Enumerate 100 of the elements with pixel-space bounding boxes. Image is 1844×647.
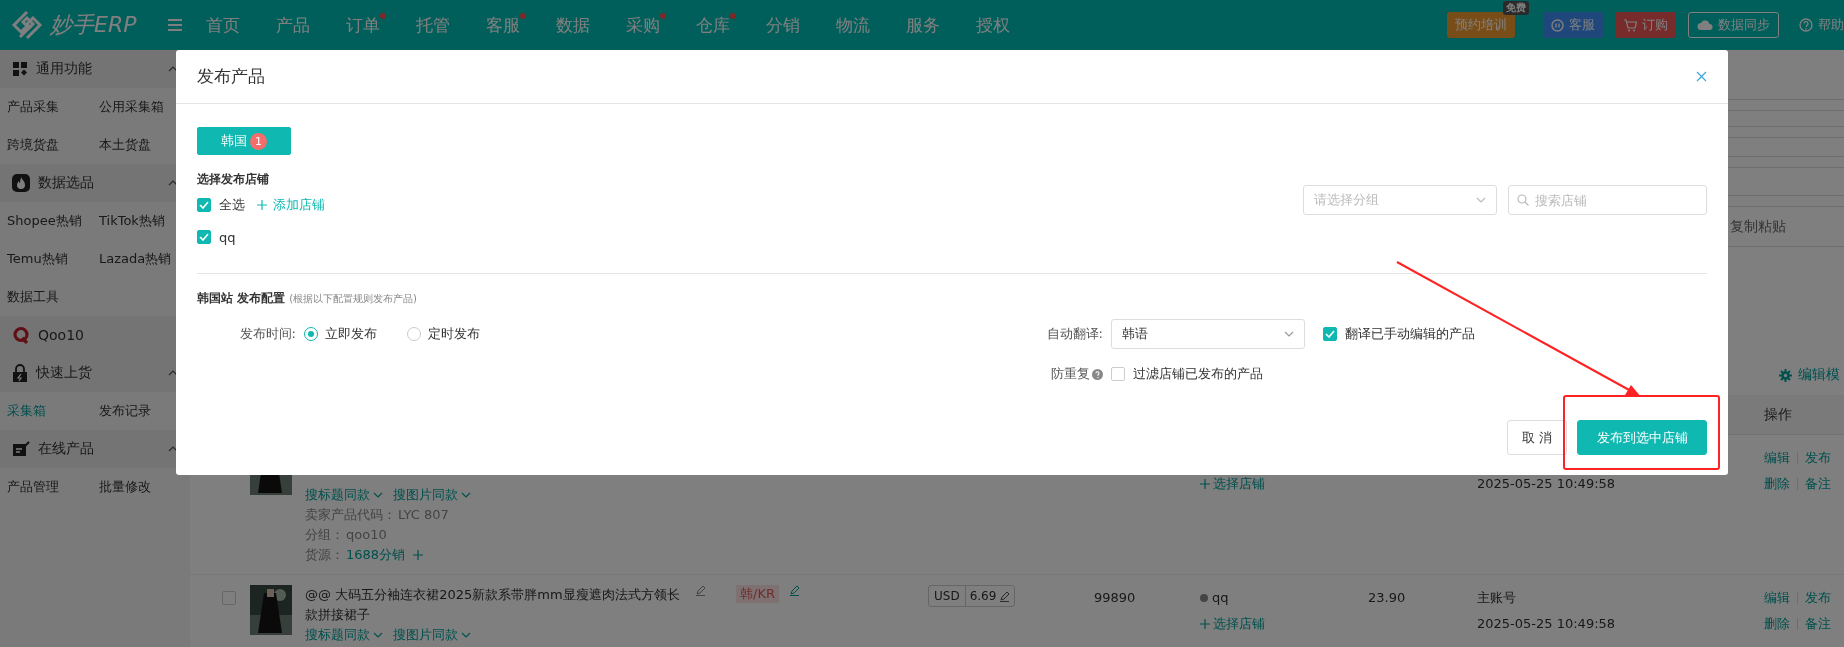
action-link[interactable]: 删除 (1764, 611, 1790, 637)
edit-mode-link[interactable]: 编辑模 (1798, 366, 1840, 384)
chevron-down-icon (1284, 331, 1294, 337)
nav-item[interactable]: 授权 (958, 0, 1028, 50)
sidebar-item[interactable]: Shopee热销 (7, 202, 99, 240)
section-label: 韩国站 发布配置 (197, 290, 286, 307)
dialog-title: 发布产品 (197, 65, 265, 88)
checkbox[interactable] (222, 591, 236, 605)
service-button[interactable]: 客服 (1543, 12, 1603, 38)
help-icon (1799, 18, 1813, 32)
training-button[interactable]: 预约培训 (1447, 12, 1515, 38)
checkbox-label: qq (219, 229, 236, 245)
select-store-link[interactable]: 选择店铺 (1200, 611, 1368, 637)
plus-icon (1200, 619, 1210, 629)
action-link[interactable]: 编辑 (1764, 445, 1790, 471)
nav-item[interactable]: 物流 (818, 0, 888, 50)
plus-icon (257, 200, 267, 210)
search-link[interactable]: 搜标题同款 (305, 625, 383, 645)
meta-label: 货源： (305, 546, 344, 564)
nav-item[interactable]: 服务 (888, 0, 958, 50)
cancel-button[interactable]: 取 消 (1506, 420, 1567, 455)
field-label: 发布时间: (238, 325, 297, 343)
add-shop-link[interactable]: 添加店铺 (257, 196, 325, 214)
action-link[interactable]: 发布 (1805, 585, 1831, 611)
source-link[interactable]: 1688分销 (346, 545, 406, 565)
sidebar-item[interactable]: 数据工具 (7, 278, 99, 316)
pencil-icon (788, 585, 800, 596)
nav-item[interactable]: 托管 (398, 0, 468, 50)
nav-item[interactable]: 仓库 (678, 0, 748, 50)
meta-label: 卖家产品代码： (305, 506, 396, 524)
nav-item[interactable]: 分销 (748, 0, 818, 50)
cloud-icon (1697, 19, 1713, 31)
meta-label: 分组： (305, 526, 344, 544)
meta-value: LYC 807 (398, 506, 449, 524)
nav-item[interactable]: 订单 (328, 0, 398, 50)
radio-option[interactable]: 立即发布 (304, 325, 377, 343)
select-store-link[interactable]: 选择店铺 (1200, 471, 1368, 497)
pencil-icon (999, 590, 1011, 602)
sidebar-item[interactable]: 采集箱 (7, 392, 99, 430)
chevron-down-icon (1476, 197, 1486, 203)
plus-icon (1200, 479, 1210, 489)
price-field[interactable]: USD 6.69 (928, 585, 1016, 607)
nav-item[interactable]: 客服 (468, 0, 538, 50)
section-title: 通用功能 (36, 60, 92, 78)
checkbox-label: 全选 (219, 196, 245, 214)
action-link[interactable]: 编辑 (1764, 585, 1790, 611)
price-value: 23.90 (1368, 589, 1407, 607)
help-button[interactable]: 帮助 (1791, 12, 1844, 38)
logo-text: 妙手ERP (50, 11, 137, 39)
action-link[interactable]: 备注 (1805, 611, 1831, 637)
pencil-icon (695, 585, 706, 596)
checkbox[interactable] (1111, 367, 1125, 381)
chevron-down-icon (461, 492, 471, 498)
tab[interactable]: 韩国 1 (197, 127, 291, 155)
section-title: 数据选品 (38, 174, 94, 192)
chevron-down-icon (373, 632, 383, 638)
nav-item[interactable]: 数据 (538, 0, 608, 50)
order-button[interactable]: 订购 (1615, 12, 1676, 38)
checkbox[interactable] (197, 198, 211, 212)
search-link[interactable]: 搜标题同款 (305, 485, 383, 505)
action-link[interactable]: 删除 (1764, 471, 1790, 497)
status-dot (1200, 594, 1208, 602)
checkbox[interactable] (1323, 327, 1337, 341)
section-label: 选择发布店铺 (197, 171, 270, 188)
sidebar-item[interactable]: 跨境货盘 (7, 126, 99, 164)
field-label: 自动翻译: (1045, 325, 1104, 343)
radio-option[interactable]: 定时发布 (407, 325, 480, 343)
free-badge: 免费 (1503, 1, 1529, 15)
sidebar-item[interactable]: 产品采集 (7, 88, 99, 126)
checkbox[interactable] (197, 230, 211, 244)
lock-icon (12, 364, 28, 382)
sidebar-item[interactable]: Temu热销 (7, 240, 99, 278)
search-link[interactable]: 搜图片同款 (393, 485, 471, 505)
action-link[interactable]: 发布 (1805, 445, 1831, 471)
language-select[interactable]: 韩语 (1111, 319, 1305, 349)
meta-value: qoo10 (346, 526, 387, 544)
plus-icon (413, 550, 424, 560)
chevron-down-icon (461, 632, 471, 638)
timestamp: 2025-05-25 10:49:58 (1477, 615, 1617, 633)
timestamp: 2025-05-25 10:49:58 (1477, 475, 1617, 493)
site-tag: 韩/KR (736, 585, 779, 603)
nav-item[interactable]: 采购 (608, 0, 678, 50)
close-button[interactable] (1696, 71, 1707, 82)
nav-item[interactable]: 首页 (188, 0, 258, 50)
group-select[interactable]: 请选择分组 (1303, 185, 1497, 215)
logo-icon (10, 10, 44, 40)
count-badge: 1 (250, 132, 267, 150)
search-field[interactable]: 搜索店铺 (1508, 185, 1707, 215)
sidebar-item[interactable]: 产品管理 (7, 468, 99, 506)
sync-button[interactable]: 数据同步 (1688, 12, 1779, 38)
section-title: 快速上货 (36, 364, 92, 382)
toolbar-text: 复制粘贴 (1730, 217, 1786, 236)
action-link[interactable]: 备注 (1805, 471, 1831, 497)
checkbox-label: 过滤店铺已发布的产品 (1133, 365, 1263, 383)
menu-icon[interactable] (168, 19, 182, 31)
hint-text: (根据以下配置规则发布产品) (289, 292, 417, 306)
checkbox-label: 翻译已手动编辑的产品 (1345, 325, 1475, 343)
publish-button[interactable]: 发布到选中店铺 (1577, 420, 1707, 455)
search-link[interactable]: 搜图片同款 (393, 625, 471, 645)
nav-item[interactable]: 产品 (258, 0, 328, 50)
